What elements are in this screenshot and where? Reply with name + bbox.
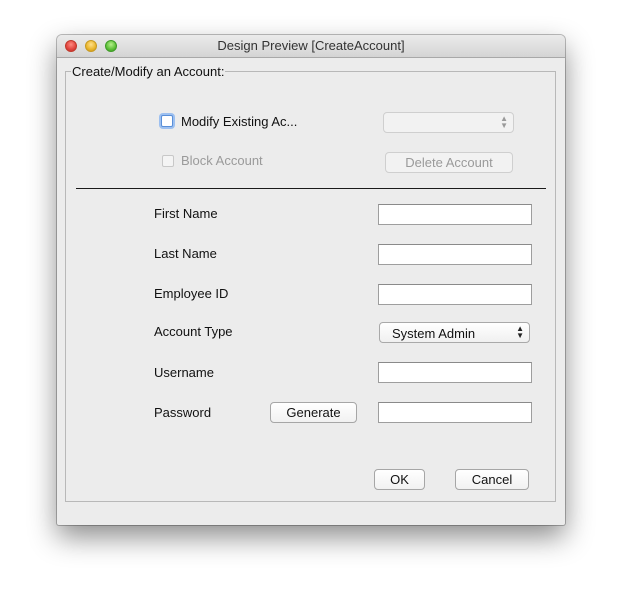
password-field[interactable] [378, 402, 532, 423]
account-type-label: Account Type [154, 324, 233, 339]
ok-button[interactable]: OK [374, 469, 425, 490]
password-label: Password [154, 405, 212, 420]
section-divider [76, 188, 546, 189]
select-arrows-icon: ▲ ▼ [516, 324, 524, 340]
last-name-label: Last Name [154, 246, 217, 261]
group-title: Create/Modify an Account: [71, 64, 226, 79]
existing-account-select: ▲ ▼ [383, 112, 514, 133]
modify-existing-checkbox[interactable] [161, 115, 173, 127]
employee-id-label: Employee ID [154, 286, 229, 301]
modify-existing-label[interactable]: Modify Existing Ac... [181, 114, 297, 129]
dialog-window: Design Preview [CreateAccount] Create/Mo… [57, 35, 565, 525]
username-label: Username [154, 365, 214, 380]
title-bar[interactable]: Design Preview [CreateAccount] [57, 35, 565, 58]
delete-account-button: Delete Account [385, 152, 513, 173]
account-type-select[interactable]: System Admin ▲ ▼ [379, 322, 530, 343]
window-title: Design Preview [CreateAccount] [217, 38, 405, 53]
generate-password-button[interactable]: Generate [270, 402, 357, 423]
employee-id-field[interactable] [378, 284, 532, 305]
block-account-label: Block Account [181, 153, 263, 168]
select-arrows-icon: ▲ ▼ [500, 114, 508, 130]
username-field[interactable] [378, 362, 532, 383]
first-name-field[interactable] [378, 204, 532, 225]
first-name-label: First Name [154, 206, 218, 221]
block-account-checkbox [162, 155, 174, 167]
last-name-field[interactable] [378, 244, 532, 265]
cancel-button[interactable]: Cancel [455, 469, 529, 490]
account-type-select-value: System Admin [392, 326, 476, 341]
